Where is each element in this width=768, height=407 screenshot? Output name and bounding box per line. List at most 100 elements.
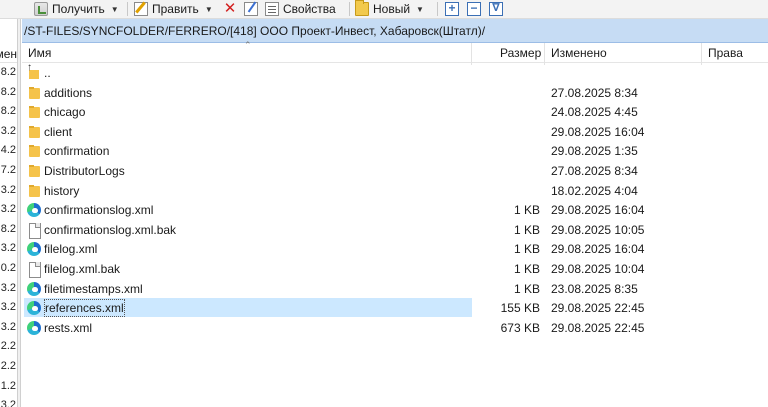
add-button[interactable]: + xyxy=(445,2,459,16)
column-divider[interactable] xyxy=(701,43,702,65)
new-folder-icon xyxy=(355,0,369,16)
left-row-date-fragment[interactable]: 3.2 xyxy=(1,301,16,313)
file-row[interactable]: confirmationslog.xml.bak 1 KB 29.08.2025 1… xyxy=(22,220,768,240)
edit-button-label: Править xyxy=(152,2,199,16)
left-row-date-fragment[interactable]: 3.2 xyxy=(1,203,16,215)
properties-icon xyxy=(265,2,279,16)
left-row-date-fragment[interactable]: 3.2 xyxy=(1,125,16,137)
file-modified: 18.02.2025 4:04 xyxy=(551,183,638,198)
left-row-date-fragment[interactable]: 2.2 xyxy=(1,360,16,372)
edge-file-icon xyxy=(26,241,42,257)
left-row-date-fragment[interactable]: 7.2 xyxy=(1,164,16,176)
chevron-down-icon[interactable]: ▼ xyxy=(205,5,213,14)
file-row[interactable]: rests.xml 673 KB 29.08.2025 22:45 xyxy=(22,318,768,338)
edit-button[interactable]: Править ▼ xyxy=(134,0,213,18)
file-name: chicago xyxy=(44,105,86,120)
left-row-date-fragment[interactable]: 0.2 xyxy=(1,262,16,274)
left-row-date-fragment[interactable]: 8.2 xyxy=(1,223,16,235)
parent-folder-icon xyxy=(26,62,42,81)
file-name: filetimestamps.xml xyxy=(44,281,143,296)
left-row-date-fragment[interactable]: 3.2 xyxy=(1,242,16,254)
get-button-label: Получить xyxy=(52,2,105,16)
filter-button[interactable]: ∇ xyxy=(489,2,503,16)
file-name: rests.xml xyxy=(44,320,92,335)
toolbar: Получить ▼ Править ▼ ✕ Свойства Новый ▼ … xyxy=(0,0,768,19)
left-row-date-fragment[interactable]: 2.2 xyxy=(1,340,16,352)
new-button-label: Новый xyxy=(373,2,411,16)
file-modified: 24.08.2025 4:45 xyxy=(551,105,638,120)
left-row-date-fragment[interactable]: 3.2 xyxy=(1,399,16,407)
file-size: 673 KB xyxy=(500,320,540,335)
size-column-header[interactable]: Размер xyxy=(500,43,541,63)
get-button[interactable]: Получить ▼ xyxy=(34,0,119,18)
column-divider[interactable] xyxy=(471,43,472,65)
right-file-panel[interactable]: /ST-FILES/SYNCFOLDER/FERRERO/[418] ООО П… xyxy=(22,19,768,407)
file-row[interactable]: history 18.02.2025 4:04 xyxy=(22,181,768,201)
file-size: 1 KB xyxy=(513,262,540,276)
new-button[interactable]: Новый ▼ xyxy=(355,0,424,18)
left-row-date-fragment[interactable]: 8.2 xyxy=(1,66,16,78)
file-name: confirmationslog.xml xyxy=(44,203,154,218)
left-modified-column-header[interactable]: мен xyxy=(0,43,17,63)
file-modified: 29.08.2025 16:04 xyxy=(551,242,645,257)
file-modified: 23.08.2025 8:35 xyxy=(551,281,638,296)
file-size: 1 KB xyxy=(513,203,540,218)
file-modified: 29.08.2025 22:45 xyxy=(551,320,645,335)
left-row-date-fragment[interactable]: 8.2 xyxy=(1,105,16,117)
file-name: confirmationslog.xml.bak xyxy=(44,222,177,237)
file-row[interactable]: filelog.xml 1 KB 29.08.2025 16:04 xyxy=(22,239,768,259)
folder-icon xyxy=(26,183,42,199)
sort-ascending-icon: ⌃ xyxy=(244,40,252,50)
folder-icon xyxy=(26,163,42,179)
properties-button[interactable]: Свойства xyxy=(265,0,336,18)
file-name: confirmation xyxy=(44,144,110,159)
chevron-down-icon[interactable]: ▼ xyxy=(111,5,119,14)
file-row[interactable]: chicago 24.08.2025 4:45 xyxy=(22,102,768,122)
file-modified: 29.08.2025 16:04 xyxy=(551,124,645,139)
file-row[interactable]: filetimestamps.xml 1 KB 23.08.2025 8:35 xyxy=(22,279,768,299)
delete-icon: ✕ xyxy=(223,0,237,17)
file-name: history xyxy=(44,183,80,198)
file-name: additions xyxy=(44,85,93,100)
rights-column-header[interactable]: Права xyxy=(708,43,743,63)
column-divider[interactable] xyxy=(544,43,545,65)
modified-column-header[interactable]: Изменено xyxy=(551,43,607,63)
folder-icon xyxy=(26,143,42,159)
file-row[interactable]: client 29.08.2025 16:04 xyxy=(22,122,768,142)
left-row-date-fragment[interactable]: 3.2 xyxy=(1,282,16,294)
remove-button[interactable]: − xyxy=(467,2,481,16)
file-name: DistributorLogs xyxy=(44,164,125,178)
file-modified: 27.08.2025 8:34 xyxy=(551,164,638,178)
name-column-header[interactable]: Имя xyxy=(28,43,51,63)
file-row[interactable]: confirmation 29.08.2025 1:35 xyxy=(22,141,768,161)
chevron-down-icon[interactable]: ▼ xyxy=(416,5,424,14)
column-header: Имя ⌃ Размер Изменено Права xyxy=(22,40,768,65)
panel-splitter[interactable] xyxy=(18,19,21,407)
file-modified: 29.08.2025 1:35 xyxy=(551,144,638,159)
file-row[interactable]: filelog.xml.bak 1 KB 29.08.2025 10:04 xyxy=(22,259,768,279)
file-row[interactable]: additions 27.08.2025 8:34 xyxy=(22,83,768,103)
delete-button[interactable]: ✕ xyxy=(223,0,237,18)
file-row[interactable]: references.xml 155 KB 29.08.2025 22:45 xyxy=(22,298,768,318)
file-size: 1 KB xyxy=(513,281,540,296)
left-file-panel[interactable]: мен 8.2 8.2 8.2 3.2 4.2 7.2 3.2 3.2 8.2 3.2 0.2 3.2… xyxy=(0,19,18,407)
file-row[interactable]: confirmationslog.xml 1 KB 29.08.2025 16:04 xyxy=(22,200,768,220)
file-modified: 29.08.2025 16:04 xyxy=(551,203,645,218)
left-row-date-fragment[interactable]: 4.2 xyxy=(1,144,16,156)
file-modified: 29.08.2025 10:04 xyxy=(551,262,645,276)
file-modified: 29.08.2025 10:05 xyxy=(551,222,645,237)
file-row[interactable]: .. xyxy=(22,62,768,83)
rename-button[interactable] xyxy=(244,0,258,18)
file-name: filelog.xml.bak xyxy=(44,262,121,276)
left-row-date-fragment[interactable]: 8.2 xyxy=(1,86,16,98)
path-bar[interactable]: /ST-FILES/SYNCFOLDER/FERRERO/[418] ООО П… xyxy=(22,19,768,43)
blank-file-icon xyxy=(26,222,42,239)
file-name: references.xml xyxy=(44,299,125,318)
left-row-date-fragment[interactable]: 3.2 xyxy=(1,184,16,196)
file-row[interactable]: DistributorLogs 27.08.2025 8:34 xyxy=(22,161,768,181)
left-row-date-fragment[interactable]: 1.2 xyxy=(1,380,16,392)
toolbar-divider xyxy=(127,2,128,16)
file-modified: 29.08.2025 22:45 xyxy=(551,301,645,316)
left-row-date-fragment[interactable]: 3.2 xyxy=(1,321,16,333)
pencil-icon xyxy=(134,2,148,16)
